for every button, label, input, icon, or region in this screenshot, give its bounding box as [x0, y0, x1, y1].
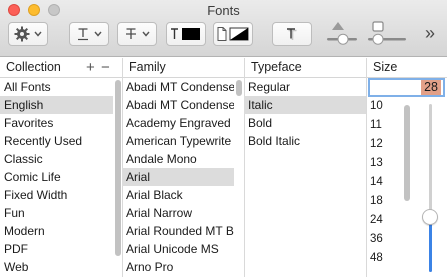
size-option[interactable]: 48 [368, 249, 402, 268]
family-item[interactable]: Arial Unicode MS [122, 240, 234, 258]
size-option[interactable]: 13 [368, 154, 402, 173]
collection-item[interactable]: PDF [0, 240, 113, 258]
collection-scrollbar[interactable] [115, 80, 121, 256]
collection-header-label: Collection [6, 60, 61, 74]
size-list: 10 11 12 13 14 18 24 36 48 [368, 97, 402, 268]
collection-item[interactable]: Fixed Width [0, 186, 113, 204]
typeface-item[interactable]: Regular [244, 78, 366, 96]
title-bar: Fonts » [0, 0, 447, 57]
size-option[interactable]: 11 [368, 116, 402, 135]
size-option[interactable]: 36 [368, 230, 402, 249]
blur-square-icon [372, 21, 384, 32]
typeface-header-label: Typeface [251, 60, 302, 74]
typeface-column-header: Typeface [245, 58, 366, 78]
window-title: Fonts [207, 3, 240, 18]
text-shadow-icon [287, 28, 297, 40]
family-list: Abadi MT Condense Abadi MT Condense Academ… [122, 78, 234, 276]
size-option[interactable]: 12 [368, 135, 402, 154]
action-menu-button[interactable] [8, 22, 48, 46]
underline-menu-button[interactable] [69, 22, 109, 46]
collection-item[interactable]: English [0, 96, 113, 114]
shadow-blur-slider[interactable] [366, 18, 410, 48]
collection-item[interactable]: All Fonts [0, 78, 113, 96]
text-color-button[interactable] [166, 22, 206, 46]
document-color-button[interactable] [213, 22, 253, 46]
collection-item[interactable]: Classic [0, 150, 113, 168]
size-option[interactable]: 14 [368, 173, 402, 192]
text-shadow-button[interactable] [272, 22, 312, 46]
size-option[interactable]: 24 [368, 211, 402, 230]
typeface-item[interactable]: Bold Italic [244, 132, 366, 150]
add-collection-button[interactable]: + [86, 58, 95, 77]
size-slider-knob[interactable] [422, 208, 438, 225]
size-slider[interactable] [429, 104, 432, 272]
family-header-label: Family [129, 60, 166, 74]
family-item[interactable]: Arial Rounded MT B [122, 222, 234, 240]
typeface-list: Regular Italic Bold Bold Italic [244, 78, 366, 150]
family-scrollbar[interactable] [236, 80, 242, 96]
collection-item[interactable]: Fun [0, 204, 113, 222]
chevron-down-icon [94, 31, 102, 37]
collection-column-header: Collection + − [0, 58, 122, 78]
typeface-item[interactable]: Italic [244, 96, 366, 114]
shadow-opacity-slider[interactable] [325, 18, 361, 48]
size-column-header: Size [367, 58, 447, 78]
family-column-header: Family [123, 58, 244, 78]
size-input-value: 28 [421, 80, 441, 95]
collection-item[interactable]: Recently Used [0, 132, 113, 150]
size-header-label: Size [373, 60, 398, 74]
size-scrollbar[interactable] [404, 105, 410, 201]
family-item[interactable]: American Typewrite [122, 132, 234, 150]
family-item[interactable]: Arial Black [122, 186, 234, 204]
opacity-triangle-icon [332, 22, 344, 30]
column-divider [366, 58, 367, 277]
collection-item[interactable]: Comic Life [0, 168, 113, 186]
collection-item[interactable]: Web [0, 258, 113, 276]
family-item[interactable]: Abadi MT Condense [122, 96, 234, 114]
text-underline-icon [78, 28, 88, 41]
size-input[interactable]: 28 [368, 78, 445, 97]
chevron-down-icon [34, 31, 42, 37]
size-option[interactable]: 18 [368, 192, 402, 211]
collection-item[interactable]: Favorites [0, 114, 113, 132]
collection-list: All Fonts English Favorites Recently Used Cl… [0, 78, 113, 276]
typeface-item[interactable]: Bold [244, 114, 366, 132]
family-item[interactable]: Arial Narrow [122, 204, 234, 222]
size-slider-fill [429, 216, 432, 272]
family-item[interactable]: Arial [122, 168, 234, 186]
toolbar-overflow-button[interactable]: » [425, 24, 435, 42]
chevron-down-icon [142, 31, 150, 37]
remove-collection-button[interactable]: − [101, 58, 110, 77]
collection-item[interactable]: Modern [0, 222, 113, 240]
size-option[interactable]: 10 [368, 97, 402, 116]
family-item[interactable]: Arno Pro [122, 258, 234, 276]
text-strikethrough-icon [126, 28, 136, 39]
family-item[interactable]: Academy Engraved [122, 114, 234, 132]
document-color-icon [217, 27, 249, 41]
text-color-icon [171, 28, 200, 40]
gear-icon [14, 26, 30, 42]
strikethrough-menu-button[interactable] [117, 22, 157, 46]
family-item[interactable]: Andale Mono [122, 150, 234, 168]
family-item[interactable]: Abadi MT Condense [122, 78, 234, 96]
